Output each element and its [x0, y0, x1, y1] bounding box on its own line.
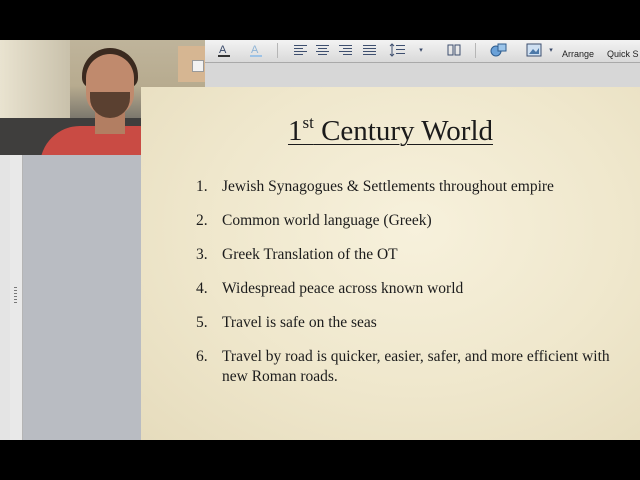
list-item-text: Jewish Synagogues & Settlements througho… — [222, 178, 554, 195]
title-rest: Century World — [313, 115, 493, 147]
list-item-number: 1. — [196, 178, 208, 195]
toolbar-separator — [277, 43, 278, 58]
list-item-text: Widespread peace across known world — [222, 280, 464, 297]
toolbar-separator — [475, 43, 476, 58]
list-item-number: 2. — [196, 212, 208, 229]
shapes-icon[interactable] — [487, 42, 511, 58]
svg-text:A: A — [251, 44, 259, 56]
drag-grip-icon[interactable] — [14, 287, 17, 303]
font-color-icon[interactable]: A — [213, 42, 235, 58]
list-item-text: Greek Translation of the OT — [222, 246, 398, 263]
chevron-down-icon[interactable]: ▾ — [547, 42, 555, 58]
align-left-icon[interactable] — [291, 42, 309, 58]
quick-styles-label[interactable]: Quick S — [607, 49, 639, 59]
slide-title: 1st Century World — [141, 113, 640, 148]
formatting-toolbar: A A ▾ ▾ Arrange Quick S — [205, 40, 640, 63]
align-center-icon[interactable] — [313, 42, 331, 58]
slide-thumbnail-pane[interactable] — [23, 155, 141, 440]
title-superscript: st — [302, 113, 314, 132]
arrange-label[interactable]: Arrange — [562, 49, 594, 59]
resize-corner[interactable] — [192, 60, 204, 72]
list-item-number: 3. — [196, 246, 208, 263]
align-right-icon[interactable] — [336, 42, 354, 58]
picture-icon[interactable] — [523, 42, 545, 58]
list-item-number: 6. — [196, 348, 208, 365]
line-spacing-icon[interactable] — [387, 42, 409, 58]
chevron-down-icon[interactable]: ▾ — [417, 42, 425, 58]
list-item-number: 4. — [196, 280, 208, 297]
list-item-text: Travel is safe on the seas — [222, 314, 377, 331]
list-item-text: Travel by road is quicker, easier, safer… — [222, 348, 610, 385]
text-highlight-icon[interactable]: A — [245, 42, 267, 58]
justify-icon[interactable] — [360, 42, 378, 58]
title-prefix: 1 — [287, 115, 303, 147]
list-item-text: Common world language (Greek) — [222, 212, 432, 229]
columns-icon[interactable] — [445, 42, 463, 58]
pane-splitter[interactable] — [10, 155, 23, 440]
svg-text:A: A — [219, 44, 227, 56]
slide-canvas[interactable]: 1st Century World 1. Jewish Synagogues &… — [141, 87, 640, 440]
list-item-number: 5. — [196, 314, 208, 331]
app-window: A A ▾ ▾ Arrange Quick S 1st Century Worl… — [0, 40, 640, 440]
